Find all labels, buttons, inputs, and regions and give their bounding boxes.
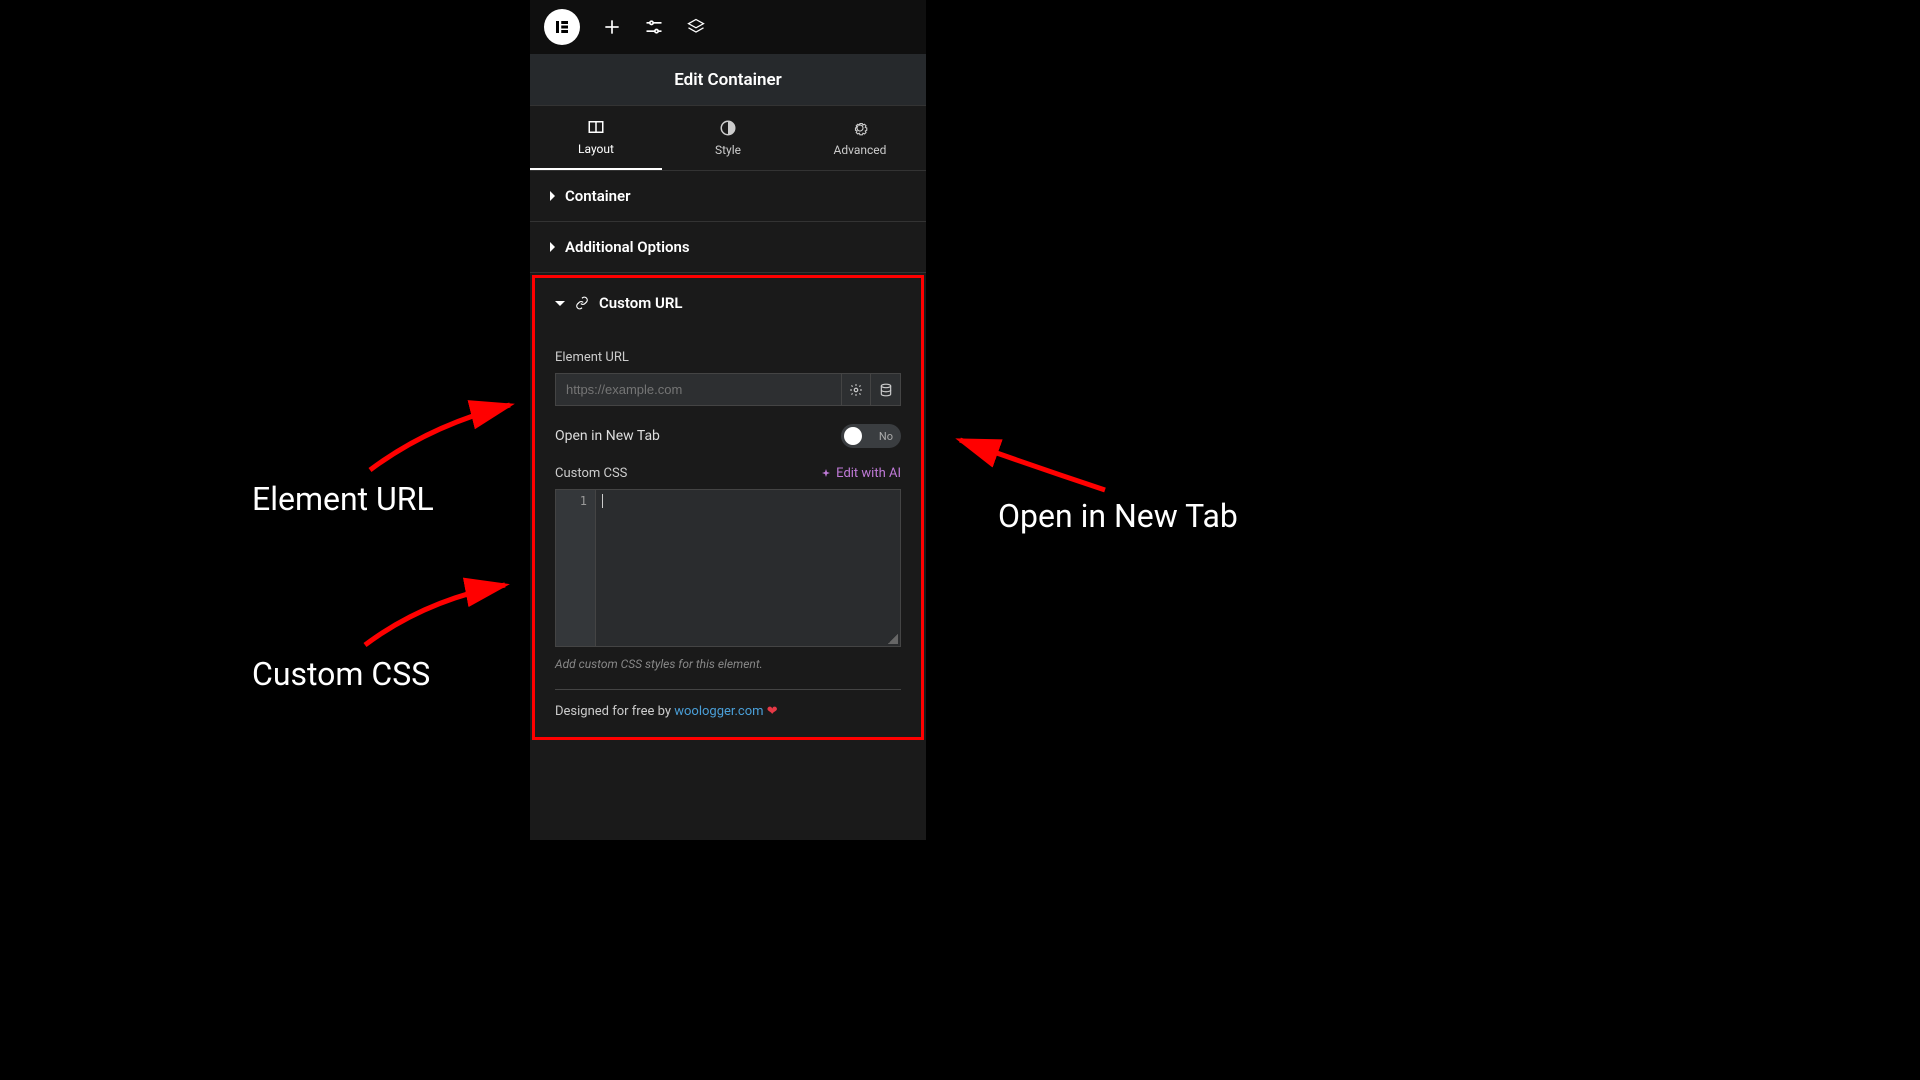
caret-down-icon <box>555 301 565 306</box>
code-area[interactable] <box>596 490 900 646</box>
url-dynamic-button[interactable] <box>871 373 901 406</box>
style-icon <box>719 119 737 137</box>
topbar <box>530 0 926 54</box>
arrow-element-url <box>350 385 530 485</box>
add-icon[interactable] <box>602 17 622 37</box>
footer: Designed for free by woologger.com ❤ <box>555 704 901 719</box>
annotation-custom-css: Custom CSS <box>252 655 430 693</box>
edit-with-ai-link[interactable]: Edit with AI <box>820 466 901 481</box>
arrow-custom-css <box>345 560 525 660</box>
highlight-box: Custom URL Element URL Open in New Tab N… <box>532 275 924 740</box>
code-gutter: 1 <box>556 490 596 646</box>
css-header-row: Custom CSS Edit with AI <box>555 466 901 481</box>
layout-icon <box>587 118 605 136</box>
arrow-open-new-tab <box>940 425 1120 505</box>
sparkle-icon <box>820 468 832 480</box>
panel-title: Edit Container <box>530 54 926 106</box>
accordion-additional-header[interactable]: Additional Options <box>530 222 926 272</box>
link-icon <box>575 296 589 310</box>
tab-style[interactable]: Style <box>662 106 794 170</box>
footer-prefix: Designed for free by <box>555 704 674 719</box>
custom-css-editor[interactable]: 1 <box>555 489 901 647</box>
accordion-custom-url-header[interactable]: Custom URL <box>535 278 921 328</box>
tab-layout-label: Layout <box>578 142 614 156</box>
tab-style-label: Style <box>715 143 741 157</box>
divider <box>555 689 901 690</box>
accordion-additional-options: Additional Options <box>530 222 926 273</box>
tab-advanced-label: Advanced <box>834 143 887 157</box>
tab-advanced[interactable]: Advanced <box>794 106 926 170</box>
toggle-knob <box>844 427 862 445</box>
annotation-element-url: Element URL <box>252 480 434 518</box>
layers-icon[interactable] <box>686 17 706 37</box>
settings-slider-icon[interactable] <box>644 17 664 37</box>
url-settings-button[interactable] <box>841 373 871 406</box>
gear-icon <box>849 383 863 397</box>
accordion-container-header[interactable]: Container <box>530 171 926 221</box>
accordion-custom-url-label: Custom URL <box>599 294 682 312</box>
code-cursor <box>602 494 603 508</box>
custom-url-body: Element URL Open in New Tab No Custom CS… <box>535 328 921 737</box>
custom-css-label: Custom CSS <box>555 466 627 481</box>
toggle-state-label: No <box>879 430 893 443</box>
accordion-container-label: Container <box>565 187 631 205</box>
edit-with-ai-label: Edit with AI <box>836 466 901 481</box>
element-url-label: Element URL <box>555 350 901 365</box>
accordion-container: Container <box>530 171 926 222</box>
tab-layout[interactable]: Layout <box>530 106 662 170</box>
line-number: 1 <box>564 494 587 508</box>
database-icon <box>879 383 893 397</box>
url-row <box>555 373 901 406</box>
open-new-tab-label: Open in New Tab <box>555 428 660 444</box>
caret-right-icon <box>550 242 555 252</box>
css-hint: Add custom CSS styles for this element. <box>555 657 901 671</box>
panel-title-text: Edit Container <box>674 70 782 90</box>
gear-icon <box>851 119 869 137</box>
heart-icon: ❤ <box>767 704 778 719</box>
accordion-additional-label: Additional Options <box>565 238 690 256</box>
element-url-input[interactable] <box>555 373 841 406</box>
caret-right-icon <box>550 191 555 201</box>
editor-panel: Edit Container Layout Style Advanced Con… <box>530 0 926 840</box>
footer-link[interactable]: woologger.com <box>674 704 763 719</box>
tabs: Layout Style Advanced <box>530 106 926 171</box>
open-new-tab-row: Open in New Tab No <box>555 424 901 448</box>
elementor-logo[interactable] <box>544 9 580 45</box>
open-new-tab-toggle[interactable]: No <box>841 424 901 448</box>
